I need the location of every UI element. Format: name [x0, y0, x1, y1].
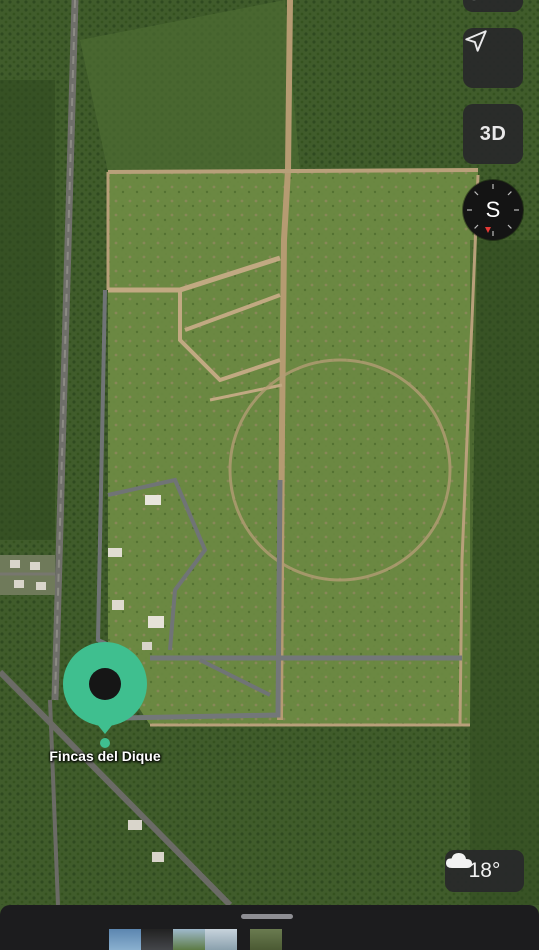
pin-tail — [97, 724, 113, 734]
place-label[interactable]: Fincas del Dique — [40, 748, 170, 764]
photo-thumbnail[interactable] — [109, 929, 141, 950]
compass-heading: S — [485, 197, 501, 222]
sheet-grabber[interactable] — [241, 914, 293, 919]
satellite-map[interactable]: 3D S Fincas del Dique 18° — [0, 0, 539, 905]
3d-label: 3D — [479, 122, 507, 145]
location-arrow-icon — [465, 30, 487, 52]
photo-thumbnail[interactable] — [173, 929, 205, 950]
photo-thumbnail[interactable] — [141, 929, 173, 950]
photo-thumbnail[interactable] — [250, 929, 282, 950]
temperature: 18° — [468, 859, 501, 882]
3d-toggle-button[interactable]: 3D — [463, 104, 523, 164]
map-mode-button[interactable] — [463, 0, 523, 12]
cloud-icon — [446, 853, 472, 868]
weather-badge[interactable]: 18° — [445, 850, 524, 892]
location-pin[interactable] — [63, 642, 147, 726]
pin-anchor — [100, 738, 110, 748]
locate-me-button[interactable] — [463, 28, 523, 88]
bottom-sheet[interactable] — [0, 905, 539, 950]
map-imagery — [0, 0, 539, 905]
pin-center-icon — [89, 668, 121, 700]
map-mode-icon — [472, 0, 476, 1]
photo-thumbnail[interactable] — [205, 929, 237, 950]
compass[interactable]: S — [463, 180, 523, 240]
